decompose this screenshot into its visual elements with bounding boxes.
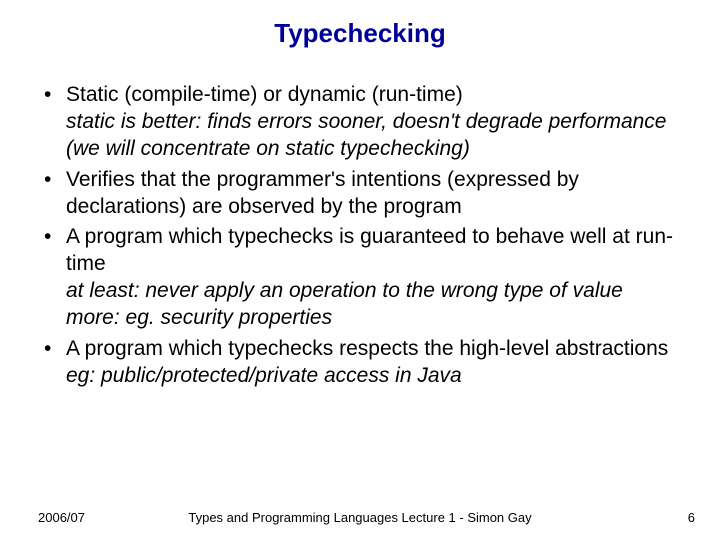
- bullet-sub: eg: public/protected/private access in J…: [66, 363, 690, 390]
- bullet-text: Verifies that the programmer's intention…: [66, 168, 579, 218]
- page-number: 6: [688, 510, 695, 525]
- slide: Typechecking Static (compile-time) or dy…: [0, 0, 720, 540]
- bullet-text: Static (compile-time) or dynamic (run-ti…: [66, 83, 463, 106]
- list-item: Verifies that the programmer's intention…: [38, 167, 690, 221]
- slide-body: Static (compile-time) or dynamic (run-ti…: [38, 82, 690, 394]
- bullet-sub: at least: never apply an operation to th…: [66, 278, 690, 305]
- bullet-text: A program which typechecks is guaranteed…: [66, 225, 673, 275]
- slide-title: Typechecking: [0, 18, 720, 49]
- bullet-sub: more: eg. security properties: [66, 305, 690, 332]
- bullet-text: A program which typechecks respects the …: [66, 337, 668, 360]
- bullet-sub: (we will concentrate on static typecheck…: [66, 136, 690, 163]
- list-item: Static (compile-time) or dynamic (run-ti…: [38, 82, 690, 163]
- footer-title: Types and Programming Languages Lecture …: [0, 510, 720, 525]
- list-item: A program which typechecks is guaranteed…: [38, 224, 690, 332]
- list-item: A program which typechecks respects the …: [38, 336, 690, 390]
- bullet-list: Static (compile-time) or dynamic (run-ti…: [38, 82, 690, 390]
- bullet-sub: static is better: finds errors sooner, d…: [66, 109, 690, 136]
